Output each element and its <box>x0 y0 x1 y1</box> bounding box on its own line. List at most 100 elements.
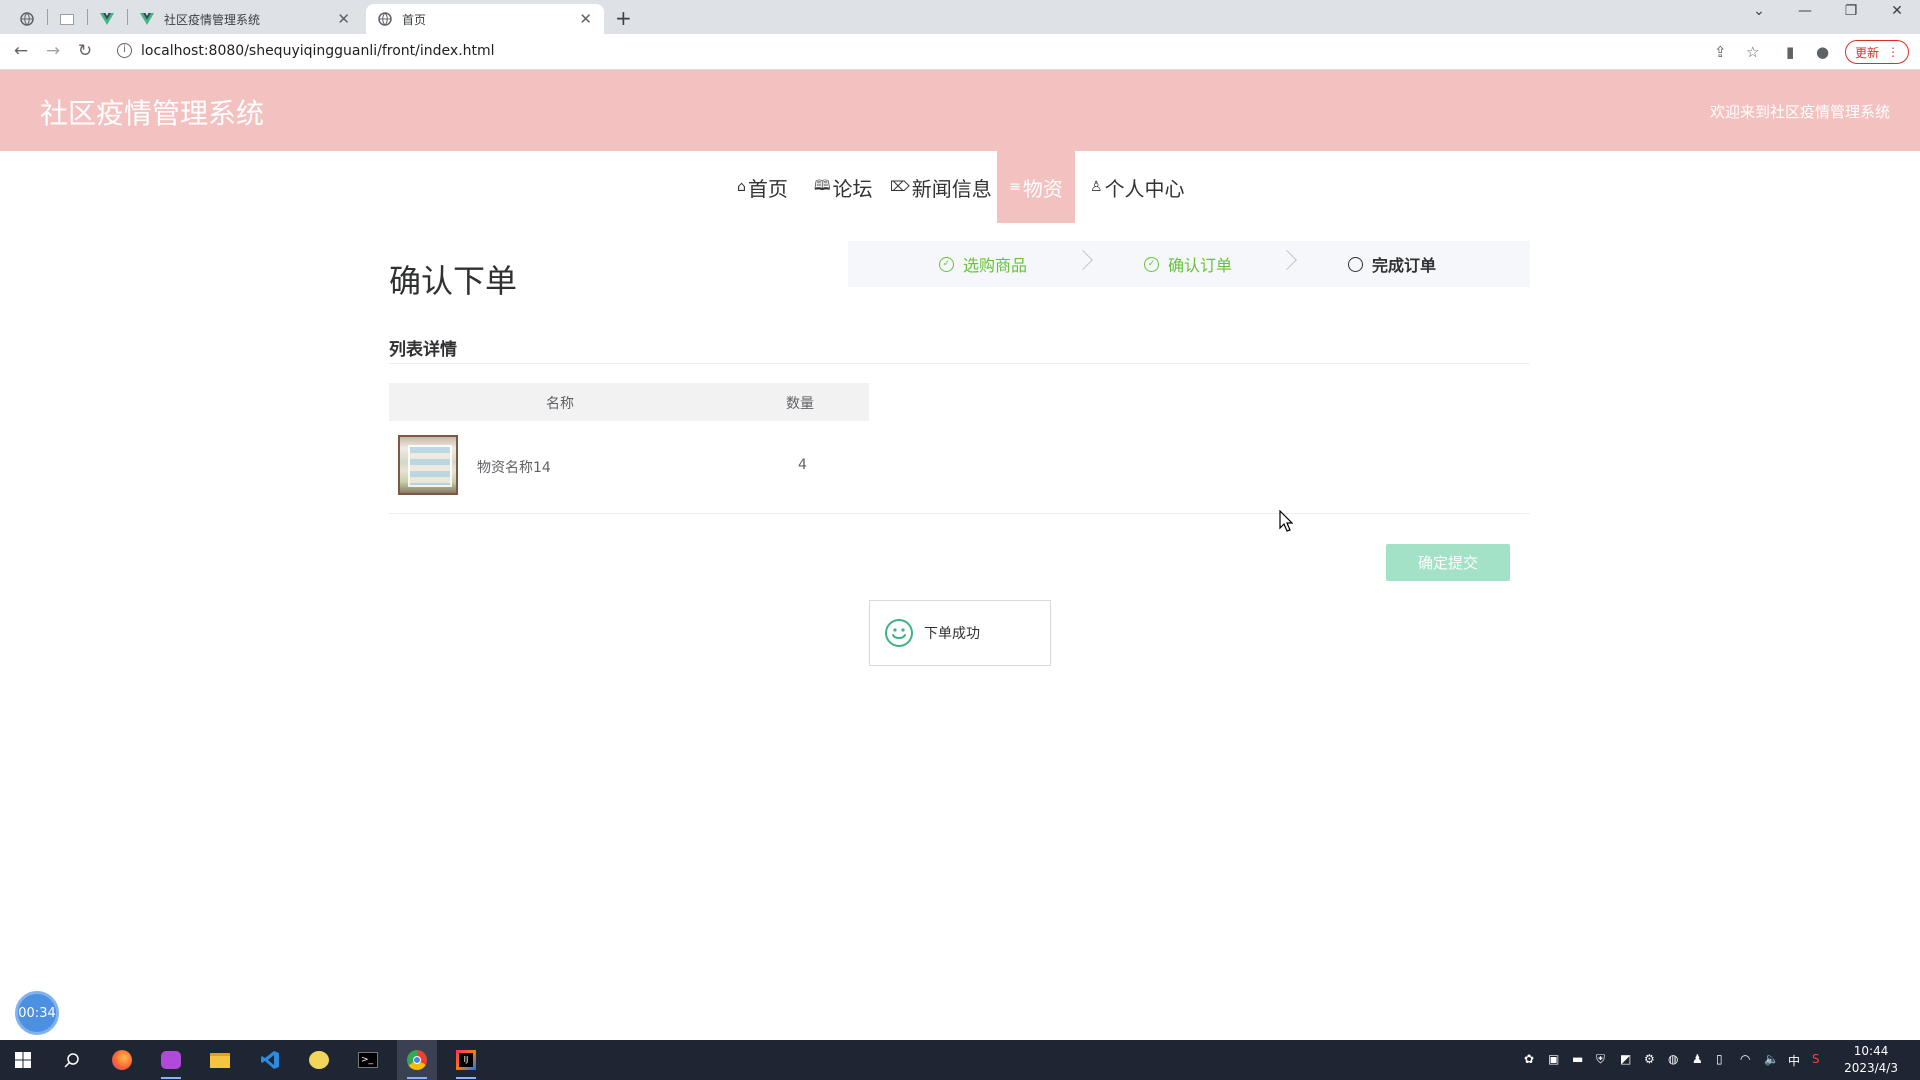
minimize-button[interactable]: — <box>1790 3 1820 19</box>
taskbar-intellij[interactable]: IJ <box>446 1040 486 1080</box>
step-confirm-order: ✓ 确认订单 <box>1144 241 1232 287</box>
sogou-icon[interactable]: S <box>1812 1052 1820 1066</box>
back-button[interactable]: ← <box>10 41 32 61</box>
clock-time: 10:44 <box>1853 1044 1889 1058</box>
order-table: 名称 数量 物资名称14 4 <box>389 383 869 511</box>
tray-icon[interactable]: ⚙ <box>1644 1052 1655 1066</box>
wechat-icon[interactable]: ◍ <box>1668 1052 1678 1066</box>
list-icon: ≡ <box>1009 179 1021 195</box>
intellij-icon: IJ <box>456 1050 476 1070</box>
tray-icon[interactable]: ✿ <box>1524 1052 1534 1066</box>
nav-label: 物资 <box>1022 176 1063 201</box>
check-circle-icon: ✓ <box>1144 256 1159 272</box>
forward-button[interactable]: → <box>42 41 64 61</box>
close-tab-icon[interactable]: ✕ <box>337 10 350 28</box>
volume-icon[interactable]: 🔈 <box>1764 1052 1779 1066</box>
vscode-icon <box>261 1051 279 1069</box>
tab-home[interactable]: 首页 ✕ <box>366 4 604 34</box>
nav-item-news[interactable]: ⌦ 新闻信息 <box>890 151 992 223</box>
side-panel-icon[interactable]: ▮ <box>1786 43 1794 61</box>
tag-icon: ⌦ <box>890 179 910 195</box>
step-label: 选购商品 <box>963 256 1028 275</box>
nav-item-forum[interactable]: 🕮 论坛 <box>814 151 873 223</box>
taskbar-firefox[interactable] <box>102 1040 142 1080</box>
close-window-button[interactable]: ✕ <box>1882 3 1912 19</box>
profile-icon[interactable]: ● <box>1816 43 1829 61</box>
nav-item-supplies[interactable]: ≡ 物资 <box>997 151 1075 223</box>
tray-icon[interactable]: ▣ <box>1548 1052 1559 1066</box>
timer-badge[interactable]: 00:34 <box>15 991 59 1035</box>
search-button[interactable] <box>52 1040 92 1080</box>
taskbar-terminal[interactable]: >_ <box>348 1040 388 1080</box>
qq-icon[interactable]: ♟ <box>1692 1052 1703 1066</box>
close-tab-icon[interactable]: ✕ <box>579 10 592 28</box>
tray-icon[interactable]: ▬ <box>1572 1052 1583 1066</box>
tray-icon[interactable]: ◩ <box>1620 1052 1631 1066</box>
windows-icon <box>15 1052 31 1068</box>
taskbar-file-explorer[interactable] <box>200 1040 240 1080</box>
tab-title: 首页 <box>402 12 427 27</box>
step-select-goods: ✓ 选购商品 <box>939 241 1027 287</box>
vue-icon <box>140 13 154 25</box>
step-complete-order: 完成订单 <box>1348 241 1436 287</box>
app-icon <box>161 1051 181 1069</box>
shield-icon[interactable]: ⛨ <box>1596 1052 1605 1067</box>
vue-icon <box>100 13 114 25</box>
step-arrow-icon <box>1277 250 1297 270</box>
table-header: 名称 数量 <box>389 383 869 421</box>
url-input[interactable]: localhost:8080/shequyiqingguanli/front/i… <box>141 43 495 59</box>
reload-button[interactable]: ↻ <box>74 41 96 61</box>
nav-label: 个人中心 <box>1104 176 1185 201</box>
nav-label: 首页 <box>747 176 788 201</box>
nav-item-home[interactable]: ⌂ 首页 <box>737 151 788 223</box>
clock-date: 2023/4/3 <box>1844 1061 1898 1075</box>
tab-community[interactable]: 社区疫情管理系统 ✕ <box>128 4 362 34</box>
tab-title: 社区疫情管理系统 <box>164 12 261 27</box>
share-icon[interactable]: ⇪ <box>1714 43 1727 61</box>
firefox-icon <box>112 1050 132 1070</box>
system-clock[interactable]: 10:44 2023/4/3 <box>1844 1043 1898 1077</box>
browser-tab-bar: 社区疫情管理系统 ✕ 首页 ✕ + ⌄ — ❐ ✕ <box>0 0 1920 34</box>
start-button[interactable] <box>3 1040 43 1080</box>
pinned-tab-blank[interactable] <box>48 4 86 34</box>
product-name: 物资名称14 <box>477 460 551 476</box>
search-icon <box>64 1053 79 1068</box>
page-icon <box>60 13 74 25</box>
taskbar-app-yellow[interactable] <box>299 1040 339 1080</box>
nav-item-profile[interactable]: ♙ 个人中心 <box>1090 151 1185 223</box>
submit-button[interactable]: 确定提交 <box>1386 544 1510 581</box>
success-toast: 下单成功 <box>869 600 1051 666</box>
step-label: 确认订单 <box>1168 256 1233 275</box>
taskbar: >_ IJ ✿ ▣ ▬ ⛨ ◩ ⚙ ◍ ♟ ▯ ◠ 🔈 中 S 10:44 20… <box>0 1040 1920 1080</box>
product-thumbnail <box>398 435 458 495</box>
app-icon <box>309 1051 329 1069</box>
book-icon: 🕮 <box>814 178 831 194</box>
wifi-icon[interactable]: ◠ <box>1740 1052 1750 1066</box>
taskbar-vscode[interactable] <box>250 1040 290 1080</box>
nav-label: 论坛 <box>832 176 873 201</box>
product-quantity: 4 <box>798 457 807 473</box>
tab-search-chevron-icon[interactable]: ⌄ <box>1744 3 1774 19</box>
table-row: 物资名称14 4 <box>389 421 869 511</box>
check-circle-icon: ✓ <box>939 256 954 272</box>
section-title: 列表详情 <box>389 340 457 360</box>
ime-indicator[interactable]: 中 <box>1788 1052 1800 1069</box>
divider <box>389 363 1530 364</box>
pinned-tab-globe[interactable] <box>8 4 46 34</box>
pinned-tab-vue[interactable] <box>88 4 126 34</box>
restore-button[interactable]: ❐ <box>1836 3 1866 19</box>
new-tab-button[interactable]: + <box>615 6 632 30</box>
chrome-icon <box>407 1050 427 1070</box>
globe-icon <box>378 12 392 26</box>
page-title: 确认下单 <box>389 262 518 300</box>
taskbar-chrome[interactable] <box>397 1040 437 1080</box>
smile-icon <box>885 619 913 647</box>
step-label: 完成订单 <box>1372 256 1437 275</box>
battery-icon[interactable]: ▯ <box>1716 1052 1723 1066</box>
taskbar-app-purple[interactable] <box>151 1040 191 1080</box>
nav-label: 新闻信息 <box>911 176 992 201</box>
site-info-icon[interactable]: i <box>117 43 132 58</box>
bookmark-star-icon[interactable]: ☆ <box>1746 43 1759 61</box>
main-nav: ⌂ 首页 🕮 论坛 ⌦ 新闻信息 ≡ 物资 ♙ 个人中心 <box>0 151 1920 223</box>
update-button[interactable]: 更新 ⋮ <box>1845 40 1909 64</box>
